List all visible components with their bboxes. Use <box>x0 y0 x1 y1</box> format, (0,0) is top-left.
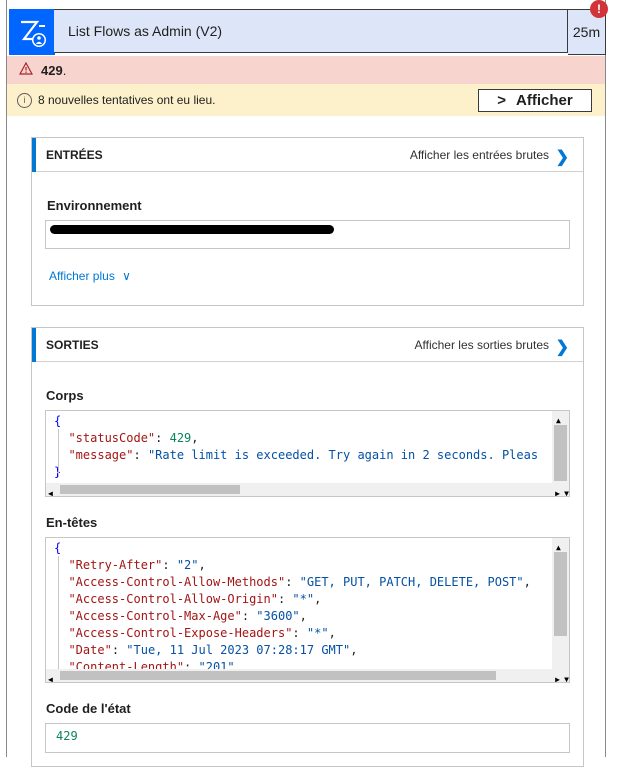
code-line: "statusCode": 429, <box>68 431 199 445</box>
scroll-down-icon[interactable]: ▼ <box>564 485 569 496</box>
error-code: 429 <box>41 62 63 78</box>
scroll-left-icon[interactable]: ◀ <box>48 671 53 682</box>
code-line: "Access-Control-Allow-Origin": "*", <box>68 592 322 606</box>
inputs-header: ENTRÉES Afficher les entrées brutes ❯ <box>32 138 583 172</box>
code-line: "Access-Control-Expose-Headers": "*", <box>68 626 336 640</box>
info-icon: i <box>17 92 32 108</box>
outputs-header: SORTIES Afficher les sorties brutes ❯ <box>32 328 583 362</box>
code-line: "Date": "Tue, 11 Jul 2023 07:28:17 GMT", <box>68 643 358 657</box>
scroll-right-icon[interactable]: ▶ <box>555 671 560 682</box>
accent-bar <box>32 138 36 172</box>
code-line: { <box>54 541 62 555</box>
outputs-card: SORTIES Afficher les sorties brutes ❯ Co… <box>31 327 584 767</box>
environment-label: Environnement <box>47 198 142 213</box>
chevron-down-icon: ∨ <box>122 269 131 283</box>
accent-bar <box>32 328 36 362</box>
show-retries-label: Afficher <box>516 92 573 109</box>
horizontal-scrollbar[interactable]: ◀ ▶ ▼ <box>46 669 569 682</box>
indent-guide <box>58 429 59 477</box>
horizontal-scrollbar[interactable]: ◀ ▶ ▼ <box>46 483 569 496</box>
scroll-left-icon[interactable]: ◀ <box>48 485 53 496</box>
chevron-right-icon: > <box>497 92 507 109</box>
body-label: Corps <box>46 388 84 403</box>
error-badge-icon: ! <box>590 0 608 18</box>
status-code-value: 429 <box>56 729 78 743</box>
code-line: "Access-Control-Max-Age": "3600", <box>68 609 307 623</box>
headers-label: En-têtes <box>46 515 98 530</box>
environment-field <box>45 220 570 249</box>
chevron-right-icon[interactable]: ❯ <box>556 337 569 357</box>
warning-triangle-icon <box>18 61 34 78</box>
status-code-label: Code de l'état <box>46 701 131 716</box>
action-header[interactable]: List Flows as Admin (V2) 25m <box>6 4 606 56</box>
retry-message: 8 nouvelles tentatives ont eu lieu. <box>38 93 216 107</box>
vertical-scrollbar[interactable]: ▲ <box>552 538 569 670</box>
vertical-scrollbar[interactable]: ▲ <box>552 411 569 483</box>
error-banner: 429. <box>7 56 605 84</box>
scroll-right-icon[interactable]: ▶ <box>555 485 560 496</box>
show-retries-button[interactable]: > Afficher <box>478 89 592 112</box>
action-title[interactable]: List Flows as Admin (V2) <box>54 9 568 53</box>
chevron-right-icon[interactable]: ❯ <box>556 147 569 167</box>
inputs-card: ENTRÉES Afficher les entrées brutes ❯ En… <box>31 137 584 306</box>
inputs-title: ENTRÉES <box>46 148 103 162</box>
redaction-mark <box>50 225 334 234</box>
power-automate-admin-icon <box>9 9 55 55</box>
show-raw-outputs-link[interactable]: Afficher les sorties brutes <box>414 338 549 352</box>
show-more-link[interactable]: Afficher plus ∨ <box>49 269 131 283</box>
code-line: "Retry-After": "2", <box>68 558 206 572</box>
show-raw-inputs-link[interactable]: Afficher les entrées brutes <box>410 148 549 162</box>
scroll-down-icon[interactable]: ▼ <box>564 671 569 682</box>
scroll-thumb[interactable] <box>554 552 567 636</box>
headers-code-viewer[interactable]: "Content-Length": "201" "Date": "Tue, 11… <box>45 537 570 683</box>
code-line: "Access-Control-Allow-Methods": "GET, PU… <box>68 575 531 589</box>
scroll-thumb[interactable] <box>60 671 496 680</box>
code-line: { <box>54 414 62 428</box>
scroll-thumb[interactable] <box>60 485 240 494</box>
status-code-field: 429 <box>45 723 570 753</box>
body-code-viewer[interactable]: } "message": "Rate limit is exceeded. Tr… <box>45 410 570 497</box>
show-more-label: Afficher plus <box>49 269 115 283</box>
error-suffix: . <box>62 62 67 78</box>
indent-guide <box>58 556 59 680</box>
scroll-thumb[interactable] <box>554 425 567 481</box>
outputs-title: SORTIES <box>46 338 99 352</box>
code-line: "message": "Rate limit is exceeded. Try … <box>68 448 539 462</box>
